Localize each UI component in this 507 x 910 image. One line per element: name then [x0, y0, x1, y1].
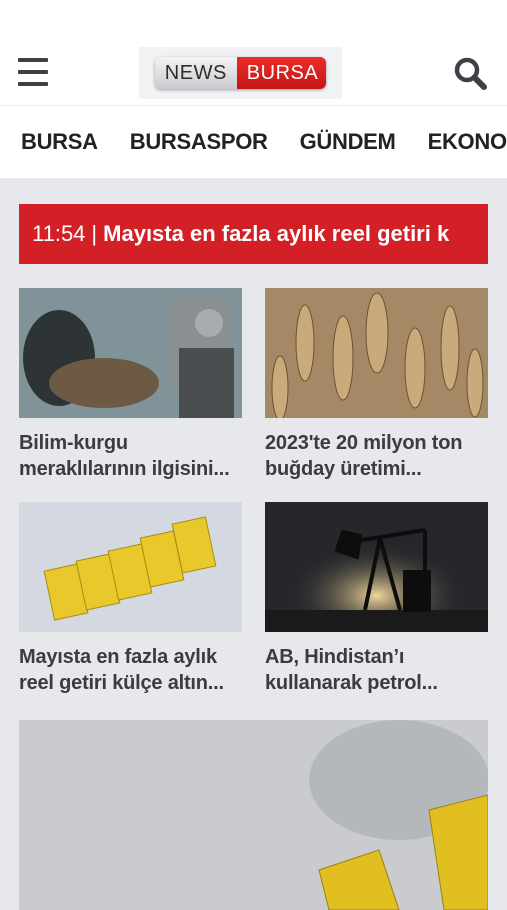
featured-news-image[interactable]: [19, 720, 488, 910]
status-bar: [0, 0, 507, 44]
site-logo[interactable]: NEWS BURSA: [139, 47, 342, 99]
news-title[interactable]: Bilim-kurgu meraklılarının ilgisini...: [19, 430, 242, 482]
logo-news-text: NEWS: [154, 57, 237, 89]
ticker-headline: Mayısta en fazla aylık reel getiri k: [103, 221, 450, 246]
nav-item-gundem[interactable]: GÜNDEM: [300, 129, 396, 155]
category-nav: BURSA BURSASPOR GÜNDEM EKONOMİ: [0, 106, 507, 178]
logo-bursa-text: BURSA: [236, 57, 327, 89]
main-content: 11:54 | Mayısta en fazla aylık reel geti…: [0, 178, 507, 910]
news-title[interactable]: AB, Hindistan’ı kullanarak petrol...: [265, 644, 488, 696]
news-title[interactable]: 2023'te 20 milyon ton buğday üretimi...: [265, 430, 488, 482]
hamburger-menu-icon[interactable]: [18, 58, 48, 86]
ticker-separator: |: [91, 221, 98, 246]
app-header: NEWS BURSA: [0, 44, 507, 106]
news-grid: Bilim-kurgu meraklılarının ilgisini... 2…: [19, 288, 488, 696]
news-card[interactable]: Bilim-kurgu meraklılarının ilgisini...: [19, 288, 242, 482]
news-card[interactable]: Mayısta en fazla aylık reel getiri külçe…: [19, 502, 242, 696]
news-thumbnail[interactable]: [265, 288, 488, 418]
nav-item-ekonomi[interactable]: EKONOMİ: [428, 129, 507, 155]
news-thumbnail[interactable]: [19, 288, 242, 418]
news-card[interactable]: 2023'te 20 milyon ton buğday üretimi...: [265, 288, 488, 482]
nav-item-bursaspor[interactable]: BURSASPOR: [130, 129, 268, 155]
news-title[interactable]: Mayısta en fazla aylık reel getiri külçe…: [19, 644, 242, 696]
search-icon[interactable]: [453, 56, 489, 92]
breaking-news-ticker[interactable]: 11:54 | Mayısta en fazla aylık reel geti…: [19, 204, 488, 264]
news-thumbnail[interactable]: [265, 502, 488, 632]
nav-item-bursa[interactable]: BURSA: [21, 129, 98, 155]
news-card[interactable]: AB, Hindistan’ı kullanarak petrol...: [265, 502, 488, 696]
news-thumbnail[interactable]: [19, 502, 242, 632]
ticker-time: 11:54: [32, 221, 86, 246]
